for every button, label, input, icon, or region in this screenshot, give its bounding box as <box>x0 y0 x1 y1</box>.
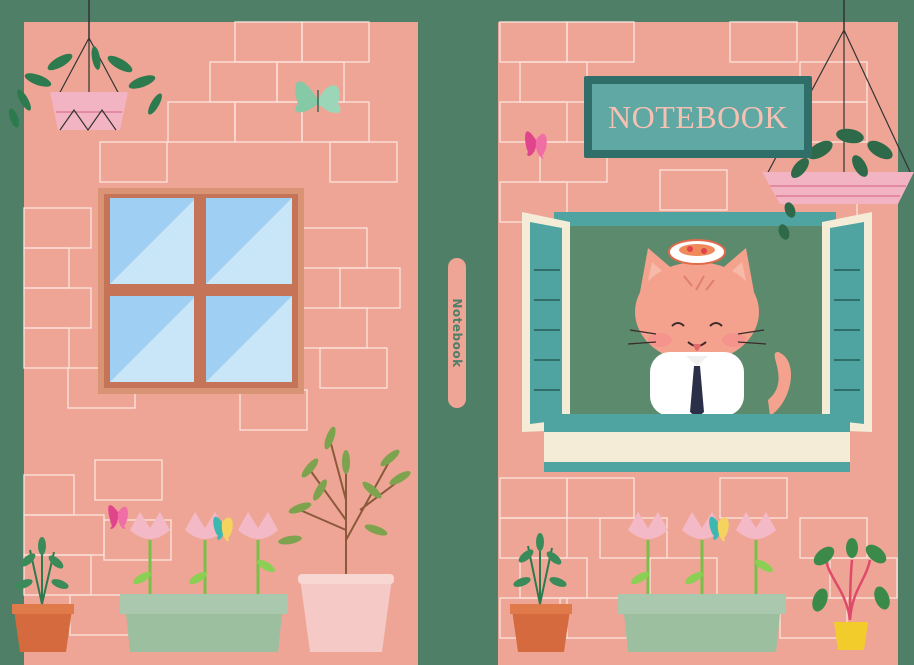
shutter-icon <box>822 212 872 432</box>
window-icon <box>98 188 304 394</box>
butterfly-icon <box>525 131 547 159</box>
window-sill <box>544 414 850 472</box>
flower-box-icon <box>120 512 288 652</box>
hanging-planter-icon <box>8 0 162 132</box>
potted-plant-icon <box>278 426 411 652</box>
butterfly-icon <box>295 81 341 114</box>
spine-label: Notebook <box>450 298 464 368</box>
flower-box-icon <box>618 512 786 652</box>
butterfly-icon <box>108 505 128 530</box>
shutter-icon <box>522 212 570 432</box>
butterfly-icon <box>213 516 233 542</box>
potted-plant-icon <box>812 538 890 650</box>
potted-plant-icon <box>510 533 572 652</box>
butterfly-icon <box>709 516 729 542</box>
cover-title: NOTEBOOK <box>608 98 788 135</box>
title-sign-panel: NOTEBOOK <box>592 84 804 150</box>
